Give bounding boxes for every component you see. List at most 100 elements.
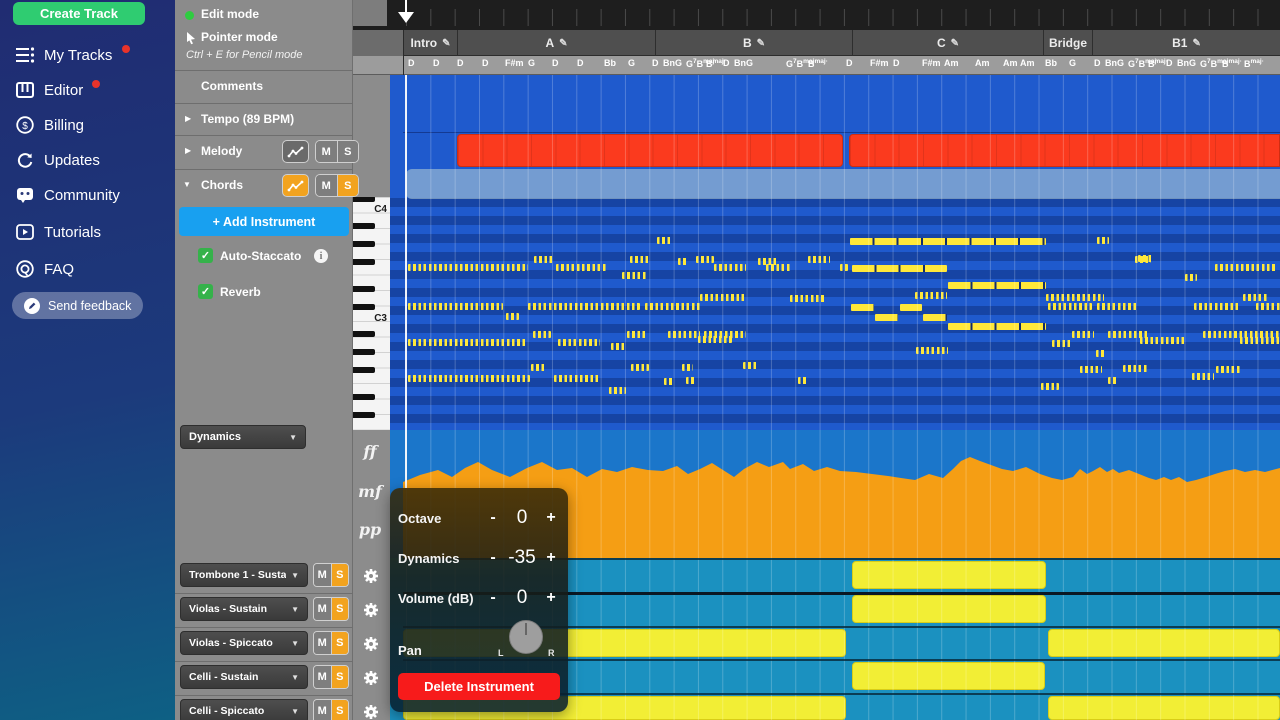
instrument-solo-button[interactable]: S [331,564,349,586]
staccato-note-run[interactable] [534,256,554,263]
chords-solo-button[interactable]: S [337,175,359,196]
dynamics-increment-button[interactable]: + [542,549,560,567]
black-key[interactable] [353,304,375,310]
staccato-note-run[interactable] [1108,377,1118,384]
auto-staccato-checkbox[interactable]: ✓ [198,248,213,263]
staccato-note-run[interactable] [698,336,732,343]
instrument-mute-button[interactable]: M [314,666,331,688]
staccato-note-run[interactable] [611,343,626,350]
octave-increment-button[interactable]: + [542,509,560,527]
sidebar-item-editor[interactable]: Editor [0,75,175,105]
staccato-note-run[interactable] [1052,340,1072,347]
instrument-solo-button[interactable]: S [331,632,349,654]
staccato-note-run[interactable] [1072,331,1094,338]
send-feedback-button[interactable]: Send feedback [12,292,143,319]
staccato-note-run[interactable] [506,313,519,320]
staccato-note-run[interactable] [627,331,648,338]
staccato-note-run[interactable] [1192,373,1214,380]
melody-region[interactable] [849,134,1280,167]
volume-increment-button[interactable]: + [542,589,560,607]
timeline-section-c[interactable]: C✎ [852,30,1043,56]
staccato-note-run[interactable] [1048,303,1092,310]
black-key[interactable] [353,259,375,265]
delete-instrument-button[interactable]: Delete Instrument [398,673,560,700]
staccato-note-run[interactable] [743,362,758,369]
chords-region-highlight[interactable] [406,169,1280,199]
note-bar[interactable] [900,304,922,311]
staccato-note-run[interactable] [1135,256,1151,263]
melody-expand-icon[interactable]: ▶ [185,146,191,155]
staccato-note-run[interactable] [1140,337,1186,344]
staccato-note-run[interactable] [1185,274,1197,281]
note-bar[interactable] [850,238,1046,245]
staccato-note-run[interactable] [664,378,673,385]
staccato-note-run[interactable] [1243,294,1269,301]
octave-decrement-button[interactable]: - [484,509,502,527]
staccato-note-run[interactable] [1240,337,1280,344]
black-key[interactable] [353,197,375,202]
staccato-note-run[interactable] [915,292,947,299]
playhead-line[interactable] [405,30,407,488]
staccato-note-run[interactable] [554,375,600,382]
staccato-note-run[interactable] [408,264,528,271]
instrument-mute-button[interactable]: M [314,598,331,620]
timeline-section-intro[interactable]: Intro✎ [403,30,457,56]
timeline-section-b[interactable]: B✎ [655,30,852,56]
staccato-note-run[interactable] [1096,350,1105,357]
volume-decrement-button[interactable]: - [484,589,502,607]
dynamics-select[interactable]: Dynamics ▼ [180,425,306,449]
staccato-note-run[interactable] [408,303,503,310]
melody-region[interactable] [457,134,843,167]
black-key[interactable] [353,331,375,337]
staccato-note-run[interactable] [1194,303,1240,310]
staccato-note-run[interactable] [1041,383,1059,390]
sidebar-item-billing[interactable]: $Billing [0,110,175,140]
instrument-solo-button[interactable]: S [331,666,349,688]
instrument-part-region[interactable] [852,662,1045,690]
black-key[interactable] [353,367,375,373]
instrument-select[interactable]: Celli - Spiccato▼ [180,699,308,720]
add-instrument-button[interactable]: + Add Instrument [179,207,349,236]
black-key[interactable] [353,223,375,229]
staccato-note-run[interactable] [609,387,626,394]
timeline-section-bridge[interactable]: Bridge [1043,30,1092,56]
staccato-note-run[interactable] [686,377,695,384]
staccato-note-run[interactable] [682,364,693,371]
timeline-section-a[interactable]: A✎ [457,30,655,56]
dynamics-decrement-button[interactable]: - [484,549,502,567]
playhead-marker-head[interactable] [398,12,414,31]
piano-keyboard[interactable]: C4C3 [353,197,390,430]
staccato-note-run[interactable] [696,256,714,263]
sidebar-item-my-tracks[interactable]: My Tracks [0,40,175,70]
instrument-mute-button[interactable]: M [314,564,331,586]
staccato-note-run[interactable] [533,331,551,338]
instrument-select[interactable]: Violas - Spiccato▼ [180,631,308,655]
note-bar[interactable] [948,323,1046,330]
melody-automation-button[interactable] [282,140,309,163]
staccato-note-run[interactable] [531,364,546,371]
info-icon[interactable]: i [314,249,328,263]
section-edit-pencil-icon[interactable]: ✎ [442,38,450,49]
staccato-note-run[interactable] [631,364,649,371]
note-bar[interactable] [851,304,874,311]
staccato-note-run[interactable] [840,264,848,271]
staccato-note-run[interactable] [668,331,700,338]
staccato-note-run[interactable] [1097,303,1137,310]
note-bar[interactable] [948,282,1046,289]
staccato-note-run[interactable] [657,237,671,244]
chords-mute-button[interactable]: M [316,175,337,196]
staccato-note-run[interactable] [1123,365,1148,372]
staccato-note-run[interactable] [700,294,745,301]
reverb-checkbox[interactable]: ✓ [198,284,213,299]
section-edit-pencil-icon[interactable]: ✎ [1192,38,1200,49]
instrument-gear-icon[interactable] [362,703,380,720]
section-edit-pencil-icon[interactable]: ✎ [757,38,765,49]
sidebar-item-updates[interactable]: Updates [0,145,175,175]
note-bar[interactable] [923,314,947,321]
section-edit-pencil-icon[interactable]: ✎ [951,38,959,49]
instrument-part-region[interactable] [852,561,1046,589]
sidebar-item-tutorials[interactable]: Tutorials [0,217,175,247]
instrument-gear-icon[interactable] [362,567,380,585]
black-key[interactable] [353,394,375,400]
black-key[interactable] [353,241,375,247]
